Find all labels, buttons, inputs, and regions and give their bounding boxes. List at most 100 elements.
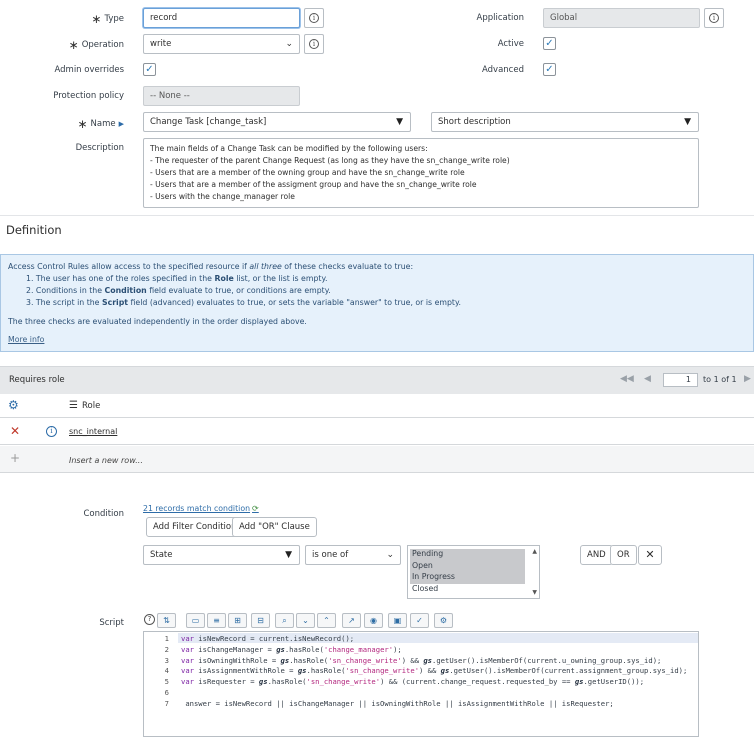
list-item[interactable]: Open [412,560,535,572]
operation-info-button[interactable]: i [304,34,324,54]
first-page-icon[interactable]: ◀◀ [620,374,634,384]
condition-values-list[interactable]: Pending Open In Progress Closed ▲ ▼ [407,545,540,599]
insert-row-text: Insert a new row... [69,456,143,465]
chevron-down-icon: ⌄ [386,550,394,560]
name-field-select[interactable]: Short description ▼ [431,112,699,132]
match-condition-link[interactable]: 21 records match condition ⟳ [143,504,259,513]
more-info-link[interactable]: More info [8,334,746,346]
and-button[interactable]: AND [580,545,613,565]
line-number: 5 [164,677,169,686]
replace-icon[interactable]: ⊟ [251,613,270,628]
code-line: var isAssignmentWithRole = gs.hasRole('s… [181,666,688,675]
line-number: 7 [164,699,169,708]
scroll-up-icon[interactable]: ▲ [532,546,537,558]
advanced-checkbox[interactable]: ✓ [543,63,556,76]
application-input[interactable]: Global [543,8,700,28]
application-label: Application [476,13,525,23]
info-icon: i [309,39,319,49]
remove-icon[interactable]: ✕ [10,424,20,438]
line-number: 4 [164,666,169,675]
list-item[interactable]: Pending [412,548,535,560]
protection-policy-select[interactable]: -- None -- [143,86,300,106]
code-line: var isOwningWithRole = gs.hasRole('sn_ch… [181,656,662,665]
triangle-down-icon: ▼ [684,117,691,127]
remove-condition-button[interactable]: ✕ [638,545,662,565]
arrow-right-icon: ▶ [118,120,124,128]
chevron-down-icon: ⌄ [285,39,293,49]
operation-label: ∗ Operation [68,38,124,52]
role-link[interactable]: snc_internal [69,427,117,436]
description-line: - Users with the change_manager role [150,192,295,201]
definition-intro: Access Control Rules allow access to the… [8,262,414,271]
definition-note: The three checks are evaluated independe… [8,317,307,326]
format-code-icon[interactable]: ≡ [207,613,226,628]
code-line: var isChangeManager = gs.hasRole('change… [181,645,402,654]
type-info-button[interactable]: i [304,8,324,28]
condition-field-select[interactable]: State ▼ [143,545,300,565]
syntax-check-icon[interactable]: ✓ [410,613,429,628]
scroll-down-icon[interactable]: ▼ [532,587,537,599]
triangle-down-icon: ▼ [285,550,292,560]
definition-item: 3. The script in the Script field (advan… [26,298,461,307]
condition-label: Condition [83,509,124,519]
toggle-syntax-icon[interactable]: ⇅ [157,613,176,628]
prev-page-icon[interactable]: ◀ [644,374,651,384]
column-role[interactable]: Role [82,401,100,411]
requires-role-header: Requires role ◀◀ ◀ 1 to 1 of 1 ▶ [0,366,754,394]
script-debugger-icon[interactable]: ◉ [364,613,383,628]
active-label: Active [497,39,524,49]
next-page-icon[interactable]: ▶ [744,374,751,384]
save-icon[interactable]: ▣ [388,613,407,628]
script-label: Script [99,618,124,628]
description-label: Description [75,143,124,153]
insert-script-icon[interactable]: ⊞ [228,613,247,628]
info-icon[interactable]: i [46,426,57,437]
type-input[interactable]: record [143,8,300,28]
name-table-select[interactable]: Change Task [change_task] ▼ [143,112,411,132]
definition-item: 1. The user has one of the roles specifi… [26,274,328,283]
list-item[interactable]: Closed [412,583,535,595]
comment-icon[interactable]: ▭ [186,613,205,628]
definition-title: Definition [6,223,62,237]
or-button[interactable]: OR [610,545,637,565]
page-input[interactable]: 1 [663,373,698,387]
refresh-icon: ⟳ [252,504,259,513]
description-line: - Users that are a member of the owning … [150,168,465,177]
add-filter-condition-button[interactable]: Add Filter Condition [146,517,244,537]
column-menu-icon[interactable]: ☰ [69,400,78,411]
close-icon: ✕ [645,548,655,561]
expand-icon[interactable]: ⌃ [317,613,336,628]
page-count: to 1 of 1 [703,375,737,384]
description-line: - The requester of the parent Change Req… [150,156,510,165]
info-icon: i [309,13,319,23]
triangle-down-icon: ▼ [396,117,403,127]
admin-overrides-checkbox[interactable]: ✓ [143,63,156,76]
plus-icon: + [10,451,21,465]
advanced-label: Advanced [482,65,524,75]
application-info-button[interactable]: i [704,8,724,28]
list-item[interactable]: In Progress [412,571,535,583]
search-icon[interactable]: ⌕ [275,613,294,628]
definition-info-box: Access Control Rules allow access to the… [0,254,754,352]
gear-icon[interactable]: ⚙ [8,398,19,412]
line-number: 2 [164,645,169,654]
add-or-clause-button[interactable]: Add "OR" Clause [232,517,317,537]
description-textarea[interactable]: The main fields of a Change Task can be … [143,138,699,208]
settings-icon[interactable]: ⚙ [434,613,453,628]
role-table-header: ⚙ ☰ Role [0,395,754,418]
condition-operator-select[interactable]: is one of ⌄ [305,545,401,565]
insert-row[interactable]: + Insert a new row... [0,446,754,473]
requires-role-title: Requires role [9,375,65,385]
description-line: The main fields of a Change Task can be … [150,144,428,153]
protection-policy-label: Protection policy [53,91,124,101]
table-row: ✕ i snc_internal [0,419,754,445]
open-external-icon[interactable]: ↗ [342,613,361,628]
help-icon[interactable]: ? [144,614,155,625]
active-checkbox[interactable]: ✓ [543,37,556,50]
line-number: 6 [164,688,169,697]
code-line: var isNewRecord = current.isNewRecord(); [181,634,355,643]
collapse-icon[interactable]: ⌄ [296,613,315,628]
type-label: ∗ Type [91,12,124,26]
code-line: answer = isNewRecord || isChangeManager … [181,699,614,708]
operation-select[interactable]: write ⌄ [143,34,300,54]
